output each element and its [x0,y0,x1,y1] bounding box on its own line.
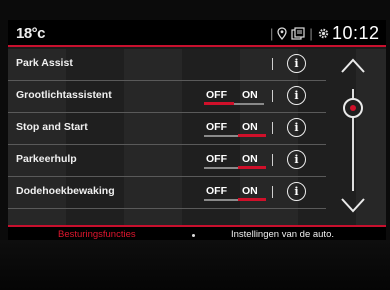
setting-label: Park Assist [16,57,73,69]
clock: 10:12 [332,23,380,43]
divider [272,90,273,102]
divider [272,154,273,166]
status-separator: | [309,26,313,41]
info-icon[interactable]: i [287,86,306,105]
divider [272,122,273,134]
divider [272,186,273,198]
on-off-toggle[interactable]: OFF ON [204,89,268,107]
outside-temperature: 18°c [16,25,46,42]
setting-row-grootlichtassistent: Grootlichtassistent OFF ON i [8,81,326,113]
toggle-selection-indicator [238,166,266,169]
on-off-toggle[interactable]: OFF ON [204,153,268,171]
lower-bezel [0,240,390,290]
scroll-down-chevron-icon[interactable] [340,197,366,215]
setting-label: Grootlichtassistent [16,89,112,101]
status-icons: | | [270,26,330,41]
infotainment-screen: 18°c | | 10:12 Park Assist i Grootlichta… [8,20,386,242]
settings-list: Park Assist i Grootlichtassistent OFF ON… [8,49,386,225]
phone-sync-icon [291,27,305,40]
toggle-on-label: ON [242,185,258,197]
toggle-on-label: ON [242,89,258,101]
status-separator: | [270,26,274,41]
toggle-selection-indicator [238,198,266,201]
setting-label: Dodehoekbewaking [16,185,115,197]
toggle-off-label: OFF [206,153,227,165]
toggle-selection-indicator [238,134,266,137]
status-bar: 18°c | | 10:12 [8,20,386,47]
info-icon[interactable]: i [287,182,306,201]
toggle-off-label: OFF [206,89,227,101]
toggle-off-label: OFF [206,185,227,197]
toggle-on-label: ON [242,153,258,165]
setting-row-park-assist[interactable]: Park Assist i [8,49,326,81]
location-pin-icon [277,27,288,40]
info-icon[interactable]: i [287,54,306,73]
toggle-off-label: OFF [206,121,227,133]
toggle-on-label: ON [242,121,258,133]
tab-instellingen-van-de-auto[interactable]: Instellingen van de auto. [231,229,334,240]
toggle-selection-indicator [204,102,234,105]
on-off-toggle[interactable]: OFF ON [204,185,268,203]
setting-row-parkeerhulp: Parkeerhulp OFF ON i [8,145,326,177]
setting-row-stop-and-start: Stop and Start OFF ON i [8,113,326,145]
scroll-up-chevron-icon[interactable] [340,56,366,74]
info-icon[interactable]: i [287,118,306,137]
divider [272,58,273,70]
setting-label: Stop and Start [16,121,88,133]
list-scroller [326,49,386,225]
on-off-toggle[interactable]: OFF ON [204,121,268,139]
tab-besturingsfuncties[interactable]: Besturingsfuncties [58,229,136,240]
scrollbar-thumb[interactable] [343,98,363,118]
setting-label: Parkeerhulp [16,153,77,165]
info-icon[interactable]: i [287,150,306,169]
setting-row-dodehoekbewaking: Dodehoekbewaking OFF ON i [8,177,326,209]
tab-page-dot [192,234,195,237]
settings-gear-icon [318,28,328,39]
